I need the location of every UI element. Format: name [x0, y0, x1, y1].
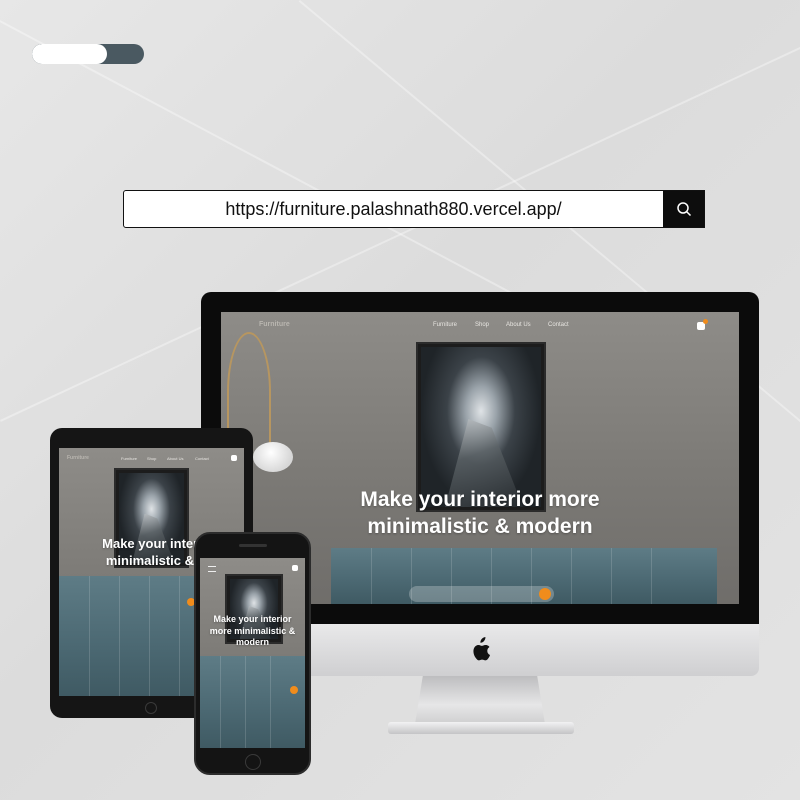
- nav-item-contact[interactable]: Contact: [548, 322, 569, 328]
- hero-line-1: Make your interior more: [360, 488, 600, 511]
- progress-indicator: [32, 44, 144, 64]
- desktop-stand-neck: [415, 676, 545, 724]
- hero-heading: Make your interior more minimalistic & m…: [200, 614, 305, 649]
- progress-fill: [32, 44, 108, 64]
- url-text[interactable]: https://furniture.palashnath880.vercel.a…: [124, 191, 663, 227]
- apple-logo-icon: [473, 637, 490, 661]
- desktop-stand-foot: [388, 722, 574, 734]
- wall-art-image: [421, 347, 541, 507]
- hero-line-1: Make your interior: [213, 614, 292, 624]
- newsletter-submit-button[interactable]: [539, 588, 551, 600]
- nav-item-furniture[interactable]: Furniture: [121, 456, 137, 461]
- lamp-bulb: [253, 442, 293, 472]
- phone-home-button[interactable]: [245, 754, 261, 770]
- cart-badge: [703, 319, 708, 324]
- hero-heading: Make your interior more minimalistic & m…: [321, 486, 639, 541]
- newsletter-submit-button[interactable]: [290, 686, 298, 694]
- site-logo: Furniture: [67, 455, 89, 461]
- nav-item-about[interactable]: About Us: [167, 456, 183, 461]
- newsletter-input[interactable]: [409, 586, 554, 602]
- nav-item-shop[interactable]: Shop: [147, 456, 156, 461]
- hero-line-3: modern: [235, 637, 269, 648]
- tablet-home-button[interactable]: [145, 702, 157, 714]
- nav-item-contact[interactable]: Contact: [195, 456, 209, 461]
- cart-icon[interactable]: [231, 455, 237, 461]
- phone-speaker: [239, 544, 267, 547]
- url-bar[interactable]: https://furniture.palashnath880.vercel.a…: [123, 190, 705, 228]
- nav-item-furniture[interactable]: Furniture: [433, 322, 457, 328]
- cart-icon[interactable]: [292, 565, 298, 571]
- nav-item-about[interactable]: About Us: [506, 322, 531, 328]
- site-logo: Furniture: [259, 321, 290, 328]
- menu-icon[interactable]: [208, 566, 216, 572]
- sofa-image: [200, 656, 305, 748]
- hero-line-2: more minimalistic &: [209, 625, 296, 636]
- phone-screen: Make your interior more minimalistic & m…: [200, 558, 305, 748]
- nav-item-shop[interactable]: Shop: [475, 322, 489, 328]
- search-icon: [676, 202, 691, 217]
- hero-line-2: minimalistic & modern: [367, 515, 593, 539]
- phone-device: Make your interior more minimalistic & m…: [194, 532, 311, 775]
- search-button[interactable]: [663, 191, 704, 227]
